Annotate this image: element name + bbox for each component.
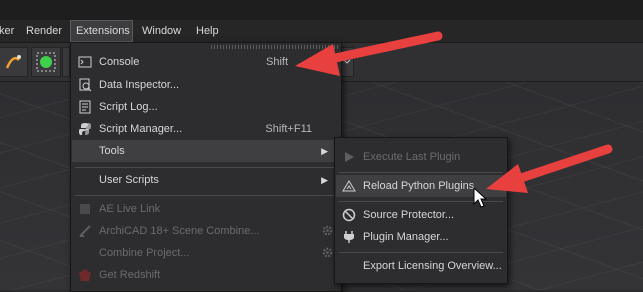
annotation-arrows [295,31,613,193]
annotation-arrow-reload [486,144,613,193]
annotation-arrow-console [295,31,443,76]
